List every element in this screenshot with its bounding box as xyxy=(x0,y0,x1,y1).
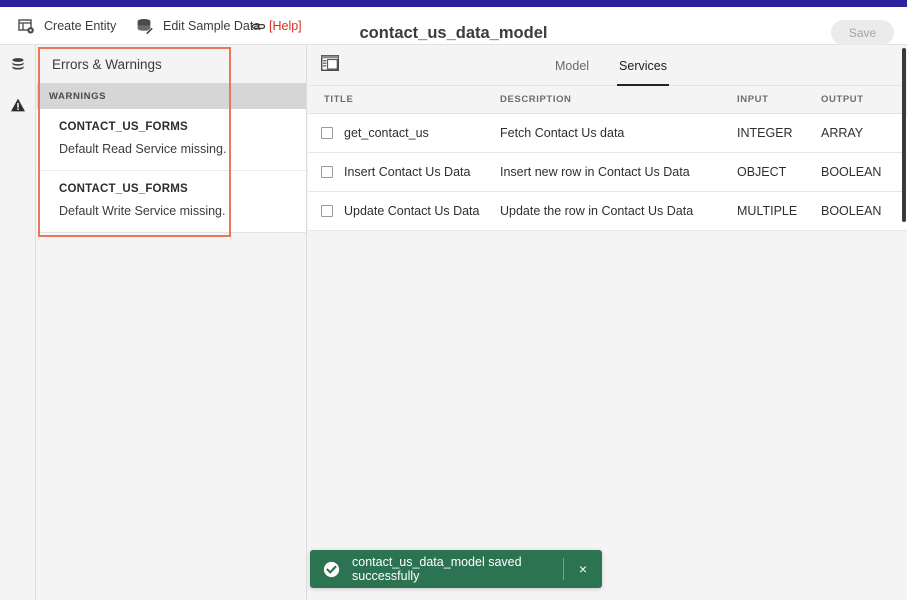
errors-warnings-heading: Errors & Warnings xyxy=(37,45,306,83)
table-row[interactable]: Update Contact Us Data Update the row in… xyxy=(308,192,907,231)
column-header-input: INPUT xyxy=(737,94,769,105)
close-icon[interactable]: × xyxy=(564,550,602,588)
create-entity-button[interactable]: Create Entity xyxy=(18,7,116,45)
sidebar-item-errors-warnings[interactable] xyxy=(0,85,36,125)
service-title: Insert Contact Us Data xyxy=(344,165,471,179)
database-icon xyxy=(10,57,26,73)
service-input: MULTIPLE xyxy=(737,204,798,218)
app-window: Create Entity Edit Sample Data [Help] co… xyxy=(0,0,907,600)
warning-entity-name: CONTACT_US_FORMS xyxy=(59,121,188,133)
list-item[interactable]: CONTACT_US_FORMS Default Write Service m… xyxy=(37,171,306,233)
create-entity-label: Create Entity xyxy=(44,19,117,33)
column-header-title: TITLE xyxy=(324,94,354,105)
top-toolbar: Create Entity Edit Sample Data [Help] co… xyxy=(0,7,907,45)
help-link[interactable]: [Help] xyxy=(251,7,302,45)
help-label: [Help] xyxy=(269,19,302,33)
sidebar-item-data[interactable] xyxy=(0,45,36,85)
warning-entity-name: CONTACT_US_FORMS xyxy=(59,183,188,195)
services-table-header: TITLE DESCRIPTION INPUT OUTPUT xyxy=(308,86,907,114)
errors-warnings-panel: Errors & Warnings WARNINGS CONTACT_US_FO… xyxy=(37,45,307,600)
warning-message: Default Read Service missing. xyxy=(59,142,227,156)
service-output: BOOLEAN xyxy=(821,165,882,179)
service-output: ARRAY xyxy=(821,126,864,140)
brand-bar xyxy=(0,0,907,7)
service-output: BOOLEAN xyxy=(821,204,882,218)
table-row[interactable]: Insert Contact Us Data Insert new row in… xyxy=(308,153,907,192)
check-circle-icon xyxy=(323,561,340,578)
toast-message: contact_us_data_model saved successfully xyxy=(352,555,522,583)
save-button[interactable]: Save xyxy=(831,20,894,45)
entity-table-gear-icon xyxy=(18,18,35,35)
service-input: OBJECT xyxy=(737,165,787,179)
warnings-section-label: WARNINGS xyxy=(37,83,306,109)
service-description: Insert new row in Contact Us Data xyxy=(500,165,690,179)
service-description: Update the row in Contact Us Data xyxy=(500,204,694,218)
status-toast: contact_us_data_model saved successfully… xyxy=(310,550,602,588)
warning-triangle-icon xyxy=(10,97,26,113)
warnings-list: CONTACT_US_FORMS Default Read Service mi… xyxy=(37,109,306,233)
list-item[interactable]: CONTACT_US_FORMS Default Read Service mi… xyxy=(37,109,306,171)
column-header-output: OUTPUT xyxy=(821,94,864,105)
warning-message: Default Write Service missing. xyxy=(59,204,226,218)
services-table-body: get_contact_us Fetch Contact Us data INT… xyxy=(308,114,907,231)
icon-rail xyxy=(0,45,36,600)
service-description: Fetch Contact Us data xyxy=(500,126,625,140)
table-row[interactable]: get_contact_us Fetch Contact Us data INT… xyxy=(308,114,907,153)
row-checkbox[interactable] xyxy=(321,205,333,217)
row-checkbox[interactable] xyxy=(321,127,333,139)
vertical-scrollbar[interactable] xyxy=(901,45,907,600)
service-title: get_contact_us xyxy=(344,126,429,140)
row-checkbox[interactable] xyxy=(321,166,333,178)
main-toolbar: Model Services xyxy=(308,45,907,86)
main-tabs: Model Services xyxy=(553,45,669,86)
link-icon xyxy=(251,20,266,33)
main-panel: Model Services TITLE DESCRIPTION INPUT O… xyxy=(308,45,907,600)
tab-services[interactable]: Services xyxy=(617,45,669,86)
edit-sample-data-label: Edit Sample Data xyxy=(163,19,261,33)
database-pencil-icon xyxy=(136,18,154,35)
service-title: Update Contact Us Data xyxy=(344,204,480,218)
column-header-description: DESCRIPTION xyxy=(500,94,572,105)
scrollbar-thumb[interactable] xyxy=(902,48,906,222)
tab-model[interactable]: Model xyxy=(553,45,591,86)
service-input: INTEGER xyxy=(737,126,793,140)
sidebar-panel-icon[interactable] xyxy=(320,54,340,72)
edit-sample-data-button[interactable]: Edit Sample Data xyxy=(136,7,260,45)
